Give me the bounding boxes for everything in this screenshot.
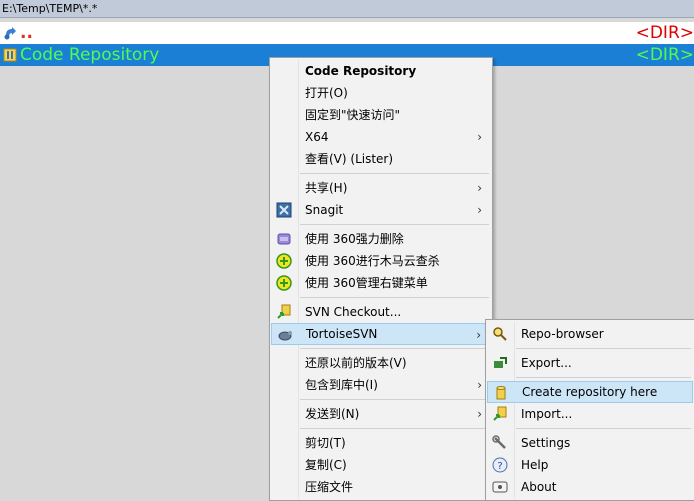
menu-separator xyxy=(516,348,691,349)
menu-item-360-trojan-scan[interactable]: 使用 360进行木马云查杀 xyxy=(271,250,491,272)
360-shield-icon xyxy=(276,253,292,269)
360-shield-icon xyxy=(276,275,292,291)
menu-item-label: 剪切(T) xyxy=(305,436,346,450)
menu-separator xyxy=(300,173,489,174)
up-arrow-icon xyxy=(4,27,16,40)
submenu-arrow-icon: › xyxy=(477,130,482,144)
menu-item-repo-browser[interactable]: Repo-browser xyxy=(487,323,693,345)
menu-item-360-manage-menu[interactable]: 使用 360管理右键菜单 xyxy=(271,272,491,294)
menu-item-about[interactable]: About xyxy=(487,476,693,498)
menu-item-pin-quick-access[interactable]: 固定到"快速访问" xyxy=(271,104,491,126)
menu-item-include-in-library[interactable]: 包含到库中(I) › xyxy=(271,374,491,396)
menu-separator xyxy=(516,428,691,429)
snagit-icon xyxy=(276,202,292,218)
tortoisesvn-icon xyxy=(278,331,292,341)
menu-item-view-lister[interactable]: 查看(V) (Lister) xyxy=(271,148,491,170)
menu-item-label: 固定到"快速访问" xyxy=(305,108,401,122)
menu-item-label: 压缩文件 xyxy=(305,480,354,494)
create-repository-icon xyxy=(496,386,506,400)
submenu-arrow-icon: › xyxy=(476,328,481,342)
submenu-arrow-icon: › xyxy=(477,203,482,217)
repo-browser-icon xyxy=(493,327,507,341)
menu-separator xyxy=(300,428,489,429)
menu-item-label: 包含到库中(I) xyxy=(305,378,378,392)
menu-item-label: 使用 360进行木马云查杀 xyxy=(305,254,440,268)
menu-item-label: 共享(H) xyxy=(305,181,348,195)
menu-item-label: 发送到(N) xyxy=(305,407,360,421)
help-icon: ? xyxy=(492,457,508,473)
menu-item-label: 使用 360强力删除 xyxy=(305,232,404,246)
menu-separator xyxy=(300,348,489,349)
menu-item-label: Export... xyxy=(521,356,572,370)
menu-item-snagit[interactable]: Snagit › xyxy=(271,199,491,221)
menu-item-restore-previous[interactable]: 还原以前的版本(V) xyxy=(271,352,491,374)
menu-item-code-repository[interactable]: Code Repository xyxy=(271,60,491,82)
menu-item-svn-checkout[interactable]: SVN Checkout... xyxy=(271,301,491,323)
submenu-arrow-icon: › xyxy=(477,378,482,392)
file-name: .. xyxy=(20,23,33,43)
menu-item-label: Snagit xyxy=(305,203,344,217)
menu-item-label: X64 xyxy=(305,130,329,144)
menu-item-settings[interactable]: Settings xyxy=(487,432,693,454)
menu-separator xyxy=(516,377,691,378)
path-bar: E:\Temp\TEMP\*.* xyxy=(0,0,694,18)
svn-checkout-icon xyxy=(277,304,291,319)
menu-item-360-force-delete[interactable]: 使用 360强力删除 xyxy=(271,228,491,250)
menu-item-open[interactable]: 打开(O) xyxy=(271,82,491,104)
about-icon xyxy=(492,481,508,493)
menu-item-label: Settings xyxy=(521,436,571,450)
menu-item-label: SVN Checkout... xyxy=(305,305,402,319)
menu-item-export[interactable]: Export... xyxy=(487,352,693,374)
menu-item-create-repository[interactable]: Create repository here xyxy=(487,381,693,403)
svg-text:?: ? xyxy=(497,461,502,472)
menu-separator xyxy=(300,399,489,400)
menu-item-label: Code Repository xyxy=(305,64,417,78)
folder-icon xyxy=(3,48,17,62)
menu-item-help[interactable]: ? Help xyxy=(487,454,693,476)
submenu-arrow-icon: › xyxy=(477,181,482,195)
menu-item-label: 复制(C) xyxy=(305,458,347,472)
tortoisesvn-submenu: Repo-browser Export... Create repository… xyxy=(485,319,694,501)
menu-item-send-to[interactable]: 发送到(N) › xyxy=(271,403,491,425)
menu-item-label: TortoiseSVN xyxy=(306,327,378,341)
import-icon xyxy=(493,406,507,421)
menu-item-label: 使用 360管理右键菜单 xyxy=(305,276,428,290)
file-name: Code Repository xyxy=(20,45,160,65)
menu-item-x64[interactable]: X64 › xyxy=(271,126,491,148)
context-menu: Code Repository 打开(O) 固定到"快速访问" X64 › 查看… xyxy=(269,57,493,501)
settings-icon xyxy=(492,435,506,449)
menu-item-label: 打开(O) xyxy=(305,86,348,100)
menu-item-copy[interactable]: 复制(C) xyxy=(271,454,491,476)
file-row-parent-dir[interactable]: .. <DIR> xyxy=(0,22,694,44)
file-type: <DIR> xyxy=(635,23,694,43)
menu-item-tortoisesvn[interactable]: TortoiseSVN › xyxy=(271,323,491,345)
menu-item-label: 查看(V) (Lister) xyxy=(305,152,394,166)
menu-item-cut[interactable]: 剪切(T) xyxy=(271,432,491,454)
360-shred-icon xyxy=(277,233,291,245)
file-type: <DIR> xyxy=(635,45,694,65)
menu-item-label: 还原以前的版本(V) xyxy=(305,356,407,370)
submenu-arrow-icon: › xyxy=(477,407,482,421)
menu-item-import[interactable]: Import... xyxy=(487,403,693,425)
menu-separator xyxy=(300,297,489,298)
menu-item-compress[interactable]: 压缩文件 xyxy=(271,476,491,498)
export-icon xyxy=(494,357,507,368)
menu-item-share[interactable]: 共享(H) › xyxy=(271,177,491,199)
menu-item-label: About xyxy=(521,480,557,494)
menu-item-label: Create repository here xyxy=(522,385,658,399)
menu-item-label: Repo-browser xyxy=(521,327,604,341)
menu-item-label: Import... xyxy=(521,407,573,421)
menu-item-label: Help xyxy=(521,458,549,472)
menu-separator xyxy=(300,224,489,225)
